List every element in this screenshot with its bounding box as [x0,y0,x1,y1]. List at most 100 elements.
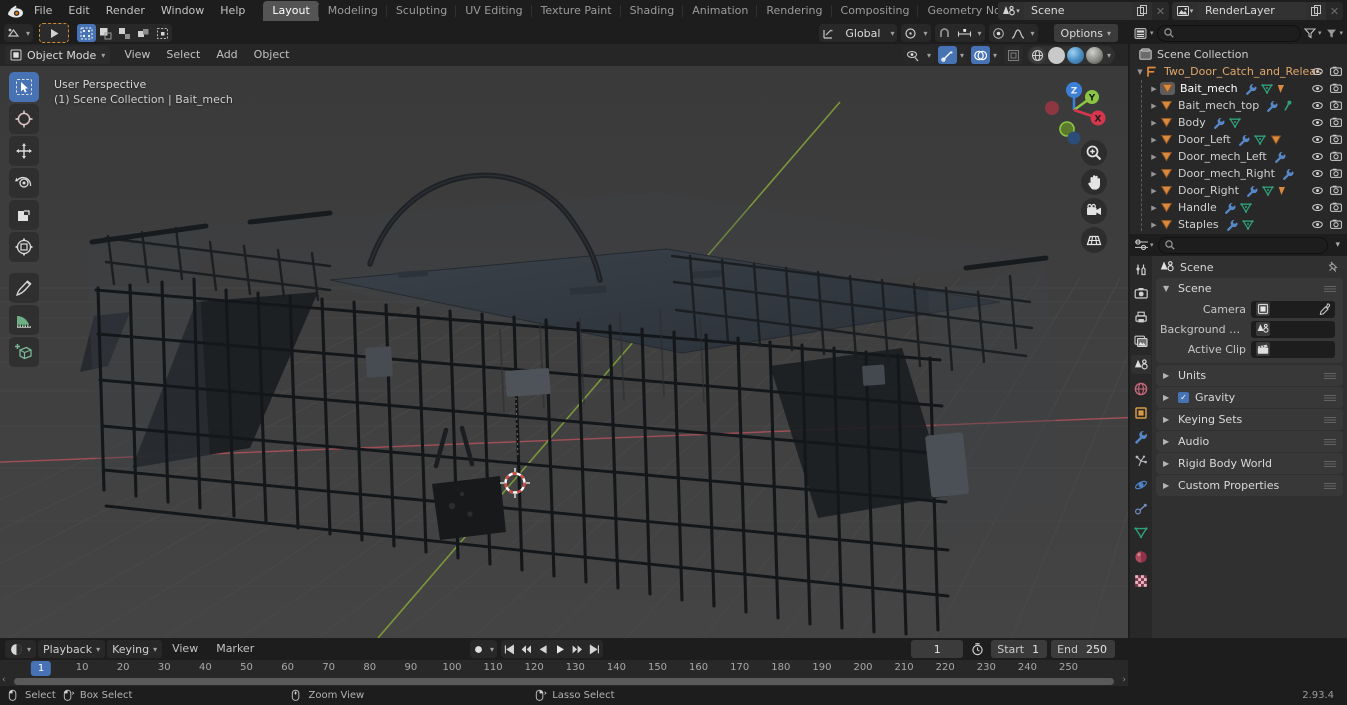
expand-triangle-icon[interactable]: ▶ [1163,393,1172,402]
overlays-icon[interactable] [970,46,990,64]
proportional-editing-group[interactable]: ▾ [988,24,1038,42]
panel-keying-sets[interactable]: ▶ Keying Sets [1156,409,1343,430]
timeline-scrollbar[interactable] [14,678,1114,685]
outliner-filter-button[interactable]: ▾ [1303,27,1321,39]
viewlayer-selector[interactable]: ▾ RenderLayer ✕ [1172,2,1343,20]
outliner-filter-dropdown[interactable]: ▾ [1324,28,1343,39]
expand-triangle-icon[interactable]: ▶ [1148,204,1160,212]
modifier-tab[interactable] [1131,427,1151,446]
panel-checkbox[interactable]: ✓ [1178,392,1189,403]
particles-tab[interactable] [1131,451,1151,470]
play-button[interactable] [552,640,569,658]
workspace-tab-sculpting[interactable]: Sculpting [385,1,456,21]
menu-file[interactable]: File [26,2,60,20]
chevron-down-icon[interactable]: ▾ [487,645,497,654]
menu-window[interactable]: Window [153,2,212,20]
tweak-select-tool[interactable] [9,72,39,102]
timeline-scroll-left-icon[interactable]: ‹ [2,675,6,685]
workspace-tab-layout[interactable]: Layout [263,1,319,21]
auto-keying-icon[interactable] [967,640,987,658]
scale-tool[interactable] [9,200,39,230]
record-group[interactable]: ▾ [470,640,498,658]
pivot-point-selector[interactable]: ▾ [901,24,931,42]
transform-orientation-selector[interactable]: Global ▾ [819,24,898,42]
eye-icon[interactable] [1312,83,1323,94]
world-tab[interactable] [1131,379,1151,398]
toggle-orthographic-icon[interactable] [1081,227,1107,253]
playback-indicator[interactable] [39,23,70,43]
camera-icon[interactable] [1330,202,1342,213]
outliner-row-bait_mech[interactable]: ▶ Bait_mech [1130,80,1347,97]
workspace-tab-shading[interactable]: Shading [619,1,684,21]
annotate-tool[interactable] [9,273,39,303]
panel-units[interactable]: ▶ Units [1156,365,1343,386]
material-tab[interactable] [1131,547,1151,566]
panel-custom-properties[interactable]: ▶ Custom Properties [1156,475,1343,496]
outliner-row-body[interactable]: ▶ Body [1130,114,1347,131]
outliner-row-staples[interactable]: ▶ Staples [1130,216,1347,233]
camera-icon[interactable] [1330,151,1342,162]
data-tab[interactable] [1131,523,1151,542]
tool-menu-select[interactable]: Select [158,46,208,64]
workspace-tab-animation[interactable]: Animation [682,1,757,21]
expand-triangle-icon[interactable]: ▶ [1163,481,1172,490]
field-input[interactable] [1251,340,1335,358]
field-input[interactable] [1251,320,1335,338]
timeline-playhead[interactable]: 1 [30,661,52,676]
shading-material-preview-button[interactable] [1066,46,1084,64]
timeline-editor-type-button[interactable]: ▾ [5,640,37,658]
camera-icon[interactable] [1330,185,1342,196]
expand-triangle-icon[interactable]: ▶ [1163,437,1172,446]
camera-icon[interactable] [1330,134,1342,145]
snap-magnet-icon[interactable] [935,24,954,42]
viewport-options-button[interactable]: Options ▾ [1053,24,1118,42]
jump-to-end-button[interactable] [586,640,603,658]
pan-view-icon[interactable] [1081,169,1107,195]
shading-solid-button[interactable] [1047,46,1065,64]
eye-icon[interactable] [1312,117,1323,128]
panel-gravity[interactable]: ▶ ✓ Gravity [1156,387,1343,408]
eye-icon[interactable] [1312,134,1323,145]
expand-triangle-icon[interactable]: ▶ [1148,136,1160,144]
field-input[interactable] [1251,300,1335,318]
physics-tab[interactable] [1131,475,1151,494]
snap-increment-icon[interactable] [954,24,975,42]
expand-triangle-icon[interactable]: ▶ [1148,221,1160,229]
texture-tab[interactable] [1131,571,1151,590]
measure-tool[interactable] [9,305,39,335]
outliner-row-collection[interactable]: ▼ Two_Door_Catch_and_Releas [1130,63,1347,80]
properties-search-input[interactable] [1157,236,1329,254]
move-tool[interactable] [9,136,39,166]
camera-icon[interactable] [1330,219,1342,230]
timeline-ruler[interactable]: 10 20 30 40 50 60 70 80 90 100 110 120 130 140 150 160 1… [0,660,1128,678]
eye-icon[interactable] [1312,219,1323,230]
outliner-row-scene-collection[interactable]: Scene Collection [1130,46,1347,63]
select-tweak-button[interactable] [77,24,97,42]
camera-view-icon[interactable] [1081,198,1107,224]
pin-icon[interactable] [1327,261,1339,273]
workspace-tab-rendering[interactable]: Rendering [756,1,831,21]
record-keyframe-icon[interactable] [470,640,487,658]
shading-wireframe-button[interactable] [1028,46,1046,64]
rotate-tool[interactable] [9,168,39,198]
expand-triangle-icon[interactable]: ▶ [1148,170,1160,178]
start-frame-field[interactable]: Start 1 [991,640,1048,658]
expand-triangle-icon[interactable]: ▶ [1163,415,1172,424]
render-tab[interactable] [1131,283,1151,302]
play-reverse-button[interactable] [535,640,552,658]
select-box-button[interactable] [96,24,115,42]
tool-tab[interactable] [1131,259,1151,278]
jump-to-start-button[interactable] [501,640,518,658]
jump-to-keyframe-prev-button[interactable] [518,640,535,658]
workspace-tab-compositing[interactable]: Compositing [830,1,919,21]
eye-icon[interactable] [1312,66,1323,77]
outliner-row-door_mech_right[interactable]: ▶ Door_mech_Right [1130,165,1347,182]
toggle-xray-button[interactable] [1003,46,1023,64]
timeline-marker-menu[interactable]: Marker [208,640,262,658]
eye-icon[interactable] [1312,100,1323,111]
outliner-row-door_right[interactable]: ▶ Door_Right [1130,182,1347,199]
new-viewlayer-button[interactable] [1306,2,1326,20]
expand-triangle-icon[interactable]: ▶ [1163,371,1172,380]
camera-icon[interactable] [1330,168,1342,179]
expand-triangle-icon[interactable]: ▶ [1148,153,1160,161]
